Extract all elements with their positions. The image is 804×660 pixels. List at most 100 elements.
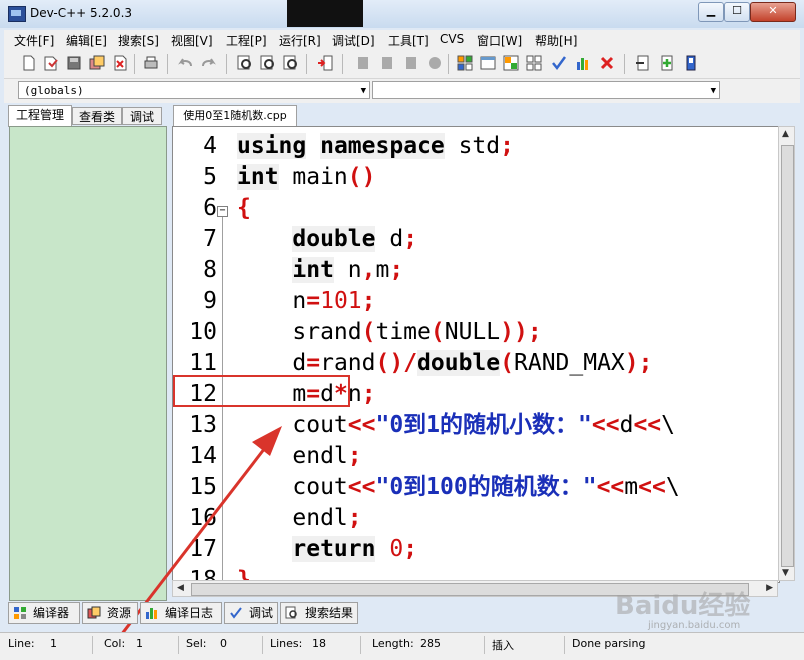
- code-line[interactable]: 5 int main(): [173, 162, 779, 193]
- new-file-icon[interactable]: [20, 54, 38, 72]
- editor-file-tab[interactable]: 使用0至1随机数.cpp: [173, 105, 297, 127]
- tab-debug[interactable]: 调试: [122, 107, 162, 125]
- code-line[interactable]: 4 using namespace std;: [173, 131, 779, 162]
- goto-line-icon[interactable]: [316, 54, 334, 72]
- check-icon[interactable]: [550, 54, 568, 72]
- menu-run[interactable]: 运行[R]: [279, 32, 321, 49]
- run-icon[interactable]: [525, 54, 543, 72]
- menu-help[interactable]: 帮助[H]: [535, 32, 577, 49]
- comment-icon[interactable]: [426, 54, 444, 72]
- tab-project-manager[interactable]: 工程管理: [8, 105, 72, 127]
- code-token: (: [500, 350, 514, 376]
- code-line[interactable]: 7 double d;: [173, 224, 779, 255]
- grid-icon: [14, 607, 26, 619]
- code-token: 101: [320, 288, 362, 314]
- code-token: \: [665, 474, 680, 500]
- title-bar[interactable]: Dev-C++ 5.2.0.3 ▁ ☐ ✕: [0, 0, 804, 28]
- code-line[interactable]: 10 srand(time(NULL));: [173, 317, 779, 348]
- vertical-scrollbar[interactable]: ▲ ▼: [778, 126, 795, 581]
- print-icon[interactable]: [142, 54, 160, 72]
- save-all-icon[interactable]: [88, 54, 106, 72]
- status-sel-label: Sel:: [186, 637, 207, 650]
- scope-combo[interactable]: (globals) ▼: [18, 81, 370, 99]
- code-token: ;: [361, 381, 376, 407]
- compile-icon[interactable]: [502, 54, 520, 72]
- scroll-up-icon[interactable]: ▲: [782, 129, 789, 139]
- vertical-scroll-thumb[interactable]: [781, 145, 794, 567]
- tab-compiler[interactable]: 编译器: [8, 602, 80, 624]
- scroll-left-icon[interactable]: ◀: [177, 583, 184, 593]
- menu-edit[interactable]: 编辑[E]: [66, 32, 107, 49]
- status-sel-value: 0: [220, 637, 227, 650]
- code-line[interactable]: 13 cout<<"0到1的随机小数："<<d<<\: [173, 410, 779, 441]
- tab-compile-log[interactable]: 编译日志: [140, 602, 222, 624]
- chart-icon[interactable]: [574, 54, 592, 72]
- menu-cvs[interactable]: CVS: [440, 32, 464, 46]
- toolbar: [4, 50, 800, 79]
- code-token: ;: [389, 257, 404, 283]
- app-icon: [8, 6, 26, 22]
- tab-compile-log-label: 编译日志: [165, 606, 214, 620]
- menu-window[interactable]: 窗口[W]: [477, 32, 522, 49]
- find-next-icon[interactable]: [282, 54, 300, 72]
- add-icon[interactable]: [658, 54, 676, 72]
- function-combo[interactable]: ▼: [372, 81, 720, 99]
- code-token: time: [375, 319, 431, 345]
- menu-project[interactable]: 工程[P]: [226, 32, 267, 49]
- tab-search-results[interactable]: 搜索结果: [280, 602, 358, 624]
- line-number: 17: [189, 536, 217, 562]
- menu-search[interactable]: 搜索[S]: [118, 32, 159, 49]
- menu-view[interactable]: 视图[V]: [171, 32, 213, 49]
- code-line[interactable]: 16 endl;: [173, 503, 779, 534]
- options-icon[interactable]: [682, 54, 700, 72]
- menu-debug[interactable]: 调试[D]: [332, 32, 375, 49]
- menu-file[interactable]: 文件[F]: [14, 32, 54, 49]
- delete-icon[interactable]: [598, 54, 616, 72]
- code-token: d: [375, 226, 404, 252]
- code-line[interactable]: 9 n=101;: [173, 286, 779, 317]
- minimize-button[interactable]: ▁: [698, 2, 724, 22]
- menu-tools[interactable]: 工具[T]: [388, 32, 429, 49]
- code-token: (): [347, 164, 376, 190]
- code-token: endl: [237, 505, 348, 531]
- window-icon[interactable]: [479, 54, 497, 72]
- code-token: <<: [347, 412, 376, 438]
- code-token: n: [333, 257, 362, 283]
- code-line[interactable]: 6{: [173, 193, 779, 224]
- tab-resources[interactable]: 资源: [82, 602, 138, 624]
- tab-debug-output[interactable]: 调试: [224, 602, 278, 624]
- chevron-down-icon: ▼: [710, 86, 716, 96]
- find-icon[interactable]: [236, 54, 254, 72]
- bookmark-icon[interactable]: [402, 54, 420, 72]
- replace-icon[interactable]: [259, 54, 277, 72]
- save-icon[interactable]: [65, 54, 83, 72]
- scroll-down-icon[interactable]: ▼: [782, 568, 789, 578]
- close-file-icon[interactable]: [111, 54, 129, 72]
- code-token: ;: [500, 133, 514, 159]
- code-editor[interactable]: − 4 using namespace std; 5 int main() 6{7 do…: [172, 126, 780, 583]
- maximize-button[interactable]: ☐: [724, 2, 750, 22]
- class-browser-bar: (globals) ▼ ▼: [4, 79, 800, 103]
- grid-icon[interactable]: [456, 54, 474, 72]
- open-file-icon[interactable]: [42, 54, 60, 72]
- exit-icon[interactable]: [634, 54, 652, 72]
- undo-icon[interactable]: [176, 54, 194, 72]
- code-token: (: [430, 319, 445, 345]
- project-panel[interactable]: [9, 126, 167, 601]
- code-line[interactable]: 14 endl;: [173, 441, 779, 472]
- indent-icon[interactable]: [354, 54, 372, 72]
- code-line[interactable]: 17 return 0;: [173, 534, 779, 565]
- tab-debug-output-label: 调试: [249, 606, 274, 620]
- close-button[interactable]: ✕: [750, 2, 796, 22]
- code-text: int n,m;: [237, 255, 403, 286]
- scroll-right-icon[interactable]: ▶: [766, 583, 773, 593]
- code-line[interactable]: 8 int n,m;: [173, 255, 779, 286]
- status-col-label: Col:: [104, 637, 126, 650]
- unindent-icon[interactable]: [378, 54, 396, 72]
- code-line[interactable]: 15 cout<<"0到100的随机数："<<m<<\: [173, 472, 779, 503]
- code-token: ));: [500, 319, 542, 345]
- tab-class-browser[interactable]: 查看类: [72, 107, 122, 125]
- status-lines-label: Lines:: [270, 637, 303, 650]
- code-token: <<: [347, 474, 376, 500]
- redo-icon[interactable]: [200, 54, 218, 72]
